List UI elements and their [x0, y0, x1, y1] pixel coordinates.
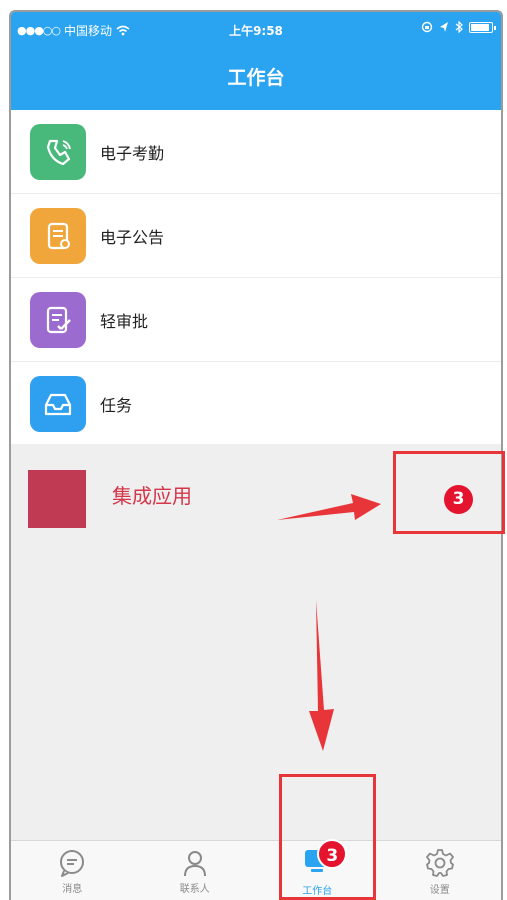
menu-item-label: 电子公告 — [100, 227, 165, 247]
integrated-apps-label[interactable]: 集成应用 — [112, 480, 192, 509]
phone-icon — [30, 123, 86, 180]
annotation-box-badge — [393, 451, 505, 534]
annotation-box-tab — [279, 774, 376, 900]
page-title: 工作台 — [11, 46, 501, 110]
status-bar: ●●●○○ 中国移动 上午9:58 — [11, 12, 501, 46]
menu-item-label: 轻审批 — [100, 311, 149, 331]
location-icon — [440, 22, 448, 32]
tab-settings[interactable]: 设置 — [379, 841, 502, 900]
settings-icon — [425, 848, 454, 877]
inbox-icon — [30, 375, 86, 432]
battery-icon — [469, 21, 496, 33]
menu-item-label: 电子考勤 — [100, 143, 165, 163]
message-icon — [60, 849, 85, 877]
menu-item-label: 任务 — [100, 395, 133, 415]
status-right — [421, 21, 496, 33]
annotation-arrow-down — [309, 600, 334, 751]
integrated-app-tile[interactable] — [28, 470, 86, 528]
menu-item-approval[interactable]: 轻审批 — [11, 278, 501, 362]
contacts-icon — [183, 850, 206, 876]
menu-item-notice[interactable]: 电子公告 — [11, 194, 501, 278]
workbench-list: 电子考勤 电子公告 轻审批 任务 — [11, 110, 501, 446]
notice-icon — [30, 207, 86, 264]
tab-bar: 消息 联系人 3 工作台 设置 — [11, 838, 502, 900]
approval-icon — [30, 291, 86, 348]
tab-label: 联系人 — [179, 883, 210, 895]
tab-messages[interactable]: 消息 — [11, 841, 134, 900]
menu-item-task[interactable]: 任务 — [11, 362, 501, 446]
lock-rotation-icon — [421, 21, 433, 33]
bluetooth-icon — [455, 21, 463, 33]
tab-label: 设置 — [429, 884, 450, 896]
tab-label: 消息 — [62, 883, 83, 895]
annotation-arrow-right — [277, 494, 381, 520]
menu-item-attendance[interactable]: 电子考勤 — [11, 110, 501, 194]
tab-contacts[interactable]: 联系人 — [134, 841, 257, 900]
